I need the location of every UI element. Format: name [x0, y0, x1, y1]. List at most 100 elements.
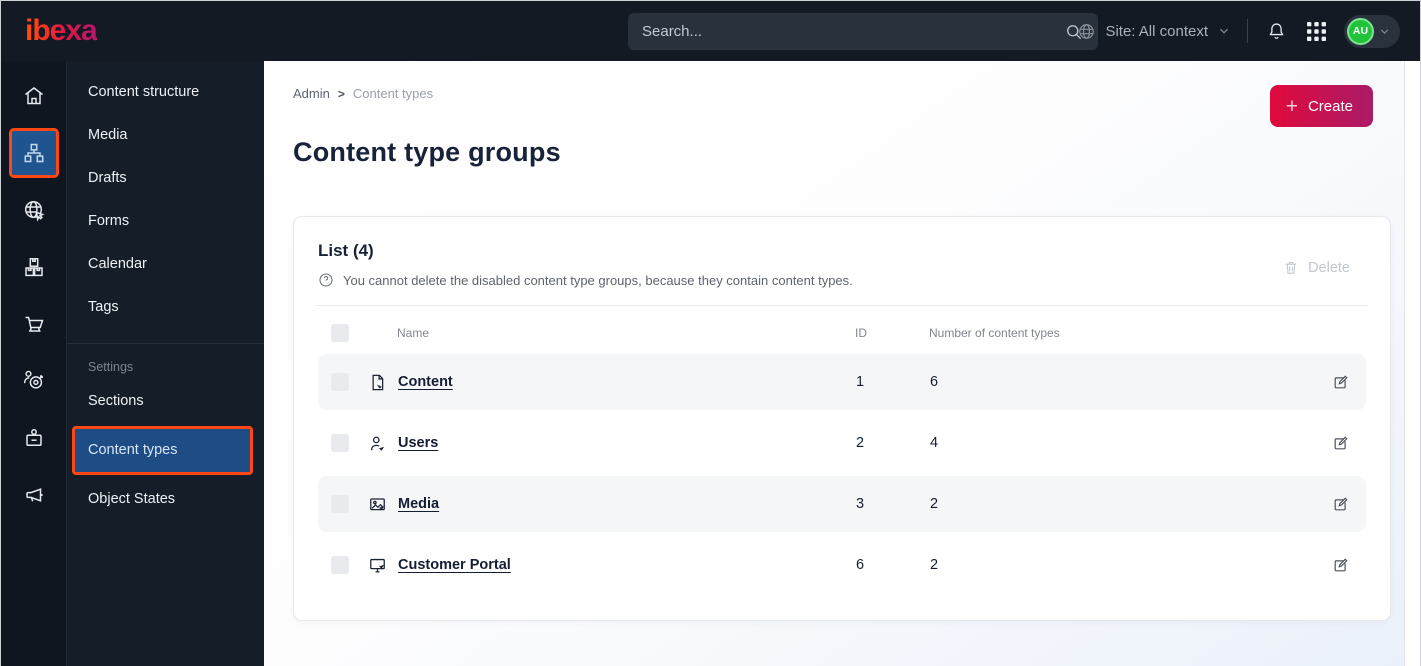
globe-icon	[1077, 22, 1096, 41]
sidebar-item-calendar[interactable]: Calendar	[67, 243, 264, 286]
table-row: Content 1 6	[318, 354, 1366, 410]
group-link[interactable]: Users	[398, 435, 438, 451]
badge-icon	[22, 426, 46, 450]
user-avatar: AU	[1347, 17, 1374, 45]
group-link[interactable]: Customer Portal	[398, 557, 511, 573]
row-checkbox[interactable]	[331, 373, 349, 391]
notifications-button[interactable]	[1264, 19, 1289, 44]
user-icon	[368, 434, 387, 453]
cart-icon	[22, 312, 46, 336]
page-scroll-gutter[interactable]	[1404, 61, 1420, 666]
rail-item-marketing[interactable]	[1, 466, 66, 523]
chevron-down-icon	[1378, 25, 1391, 38]
group-link[interactable]: Media	[398, 496, 439, 512]
user-menu[interactable]: AU	[1344, 14, 1400, 48]
rail-item-site[interactable]	[1, 181, 66, 238]
delete-button[interactable]: Delete	[1283, 259, 1350, 276]
globe-cursor-icon	[22, 198, 46, 222]
list-title: List (4)	[318, 241, 374, 260]
monitor-icon	[368, 556, 387, 575]
edit-icon	[1332, 435, 1349, 452]
trash-icon	[1283, 259, 1299, 276]
megaphone-icon	[22, 483, 46, 507]
breadcrumb: Admin > Content types	[293, 61, 1404, 101]
menu-sidebar: Content structure Media Drafts Forms Cal…	[66, 61, 264, 666]
sitemap-icon	[22, 141, 46, 165]
edit-button[interactable]	[1332, 496, 1349, 513]
table-row: Customer Portal 6 2	[318, 537, 1366, 593]
edit-button[interactable]	[1332, 557, 1349, 574]
help-icon[interactable]	[318, 272, 334, 288]
sidebar-item-drafts[interactable]: Drafts	[67, 157, 264, 200]
sidebar-item-forms[interactable]: Forms	[67, 200, 264, 243]
group-count: 2	[930, 557, 939, 573]
search-input[interactable]	[642, 23, 1064, 40]
edit-icon	[1332, 557, 1349, 574]
breadcrumb-separator: >	[337, 86, 345, 101]
row-checkbox[interactable]	[331, 556, 349, 574]
select-all-checkbox[interactable]	[331, 324, 349, 342]
edit-button[interactable]	[1332, 435, 1349, 452]
site-context-dropdown[interactable]: Site: All context	[1077, 22, 1231, 41]
table-row: Media 3 2	[318, 476, 1366, 532]
rail-item-customers[interactable]	[1, 352, 66, 409]
rail-item-admin[interactable]	[1, 409, 66, 466]
column-header-count: Number of content types	[929, 326, 1060, 340]
column-header-name: Name	[397, 326, 430, 340]
breadcrumb-admin[interactable]: Admin	[293, 86, 330, 101]
global-search	[628, 13, 1098, 50]
rail-item-dashboard[interactable]	[1, 67, 66, 124]
breadcrumb-current: Content types	[352, 86, 434, 101]
rail-item-content[interactable]	[1, 124, 66, 181]
plus-icon: +	[1285, 94, 1298, 118]
topbar-divider	[1247, 19, 1248, 43]
group-count: 6	[930, 374, 939, 390]
page-title: Content type groups	[293, 137, 561, 167]
group-id: 1	[856, 374, 865, 390]
boxes-icon	[22, 255, 46, 279]
sidebar-item-content-types[interactable]: Content types	[72, 426, 253, 475]
file-icon	[368, 373, 387, 392]
rail-item-product-catalog[interactable]	[1, 238, 66, 295]
edit-icon	[1332, 374, 1349, 391]
menu-section-settings: Settings	[88, 360, 134, 374]
list-info: You cannot delete the disabled content t…	[318, 272, 1366, 288]
topbar: ibexa Site: All context	[1, 1, 1420, 61]
sidebar-item-content-structure[interactable]: Content structure	[67, 71, 264, 114]
content-type-groups-card: List (4) You cannot delete the disabled …	[293, 216, 1391, 621]
image-icon	[368, 495, 387, 514]
group-id: 6	[856, 557, 865, 573]
column-header-id: ID	[855, 326, 867, 340]
group-count: 2	[930, 496, 939, 512]
rail-item-commerce[interactable]	[1, 295, 66, 352]
main-content: Admin > Content types + Create Content t…	[264, 61, 1404, 666]
card-header: List (4) You cannot delete the disabled …	[318, 241, 1366, 288]
delete-button-label: Delete	[1308, 259, 1350, 276]
chevron-down-icon	[1217, 24, 1231, 38]
sidebar-item-media[interactable]: Media	[67, 114, 264, 157]
site-context-label: Site: All context	[1105, 22, 1208, 40]
sidebar-item-object-states[interactable]: Object States	[67, 478, 264, 521]
group-id: 2	[856, 435, 865, 451]
group-count: 4	[930, 435, 939, 451]
topbar-right: Site: All context AU	[1077, 1, 1400, 61]
ibexa-logo[interactable]: ibexa	[25, 16, 98, 46]
card-divider	[316, 305, 1368, 306]
row-checkbox[interactable]	[331, 495, 349, 513]
apps-grid-button[interactable]	[1305, 20, 1328, 43]
row-checkbox[interactable]	[331, 434, 349, 452]
sidebar-item-sections[interactable]: Sections	[67, 380, 264, 423]
grid-icon	[1307, 21, 1326, 41]
bell-icon	[1266, 21, 1287, 42]
create-button-label: Create	[1307, 97, 1353, 115]
icon-rail	[1, 61, 66, 666]
create-button[interactable]: + Create	[1269, 85, 1373, 127]
table-row: Users 2 4	[318, 415, 1366, 471]
edit-icon	[1332, 496, 1349, 513]
edit-button[interactable]	[1332, 374, 1349, 391]
home-icon	[22, 84, 46, 108]
table-header: Name ID Number of content types	[318, 312, 1366, 354]
list-info-text: You cannot delete the disabled content t…	[343, 272, 853, 288]
sidebar-item-tags[interactable]: Tags	[67, 286, 264, 329]
group-link[interactable]: Content	[398, 374, 453, 390]
